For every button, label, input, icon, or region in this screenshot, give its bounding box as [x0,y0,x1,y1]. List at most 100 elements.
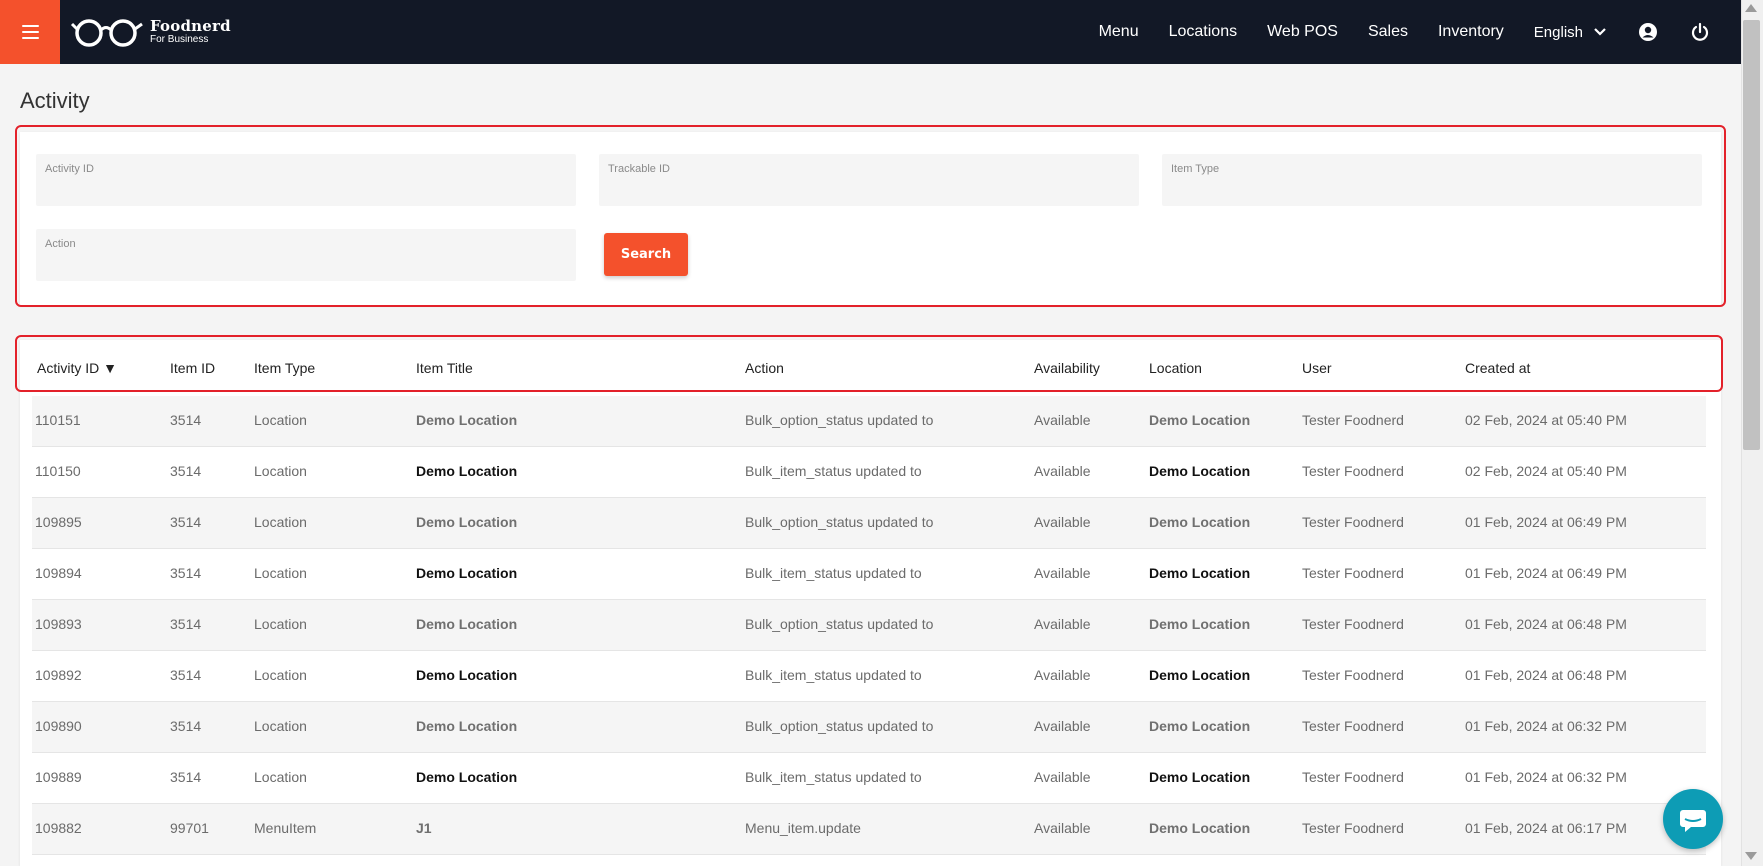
cell-activity-id: 109893 [35,616,82,632]
table-header: Activity ID ▼ Item ID Item Type Item Tit… [20,340,1721,396]
header-created-at: Created at [1465,360,1531,376]
activity-id-label: Activity ID [45,163,94,175]
cell-activity-id: 109890 [35,718,82,734]
scroll-up-arrow-icon[interactable] [1745,4,1757,12]
table-row[interactable]: 110151 3514 Location Demo Location Bulk_… [32,396,1706,447]
brand-name: Foodnerd [150,17,231,35]
cell-activity-id: 109882 [35,820,82,836]
top-navbar: Foodnerd For Business Menu Locations Web… [0,0,1741,64]
cell-created-at: 01 Feb, 2024 at 06:32 PM [1465,718,1627,734]
trackable-id-input[interactable] [608,185,1130,200]
cell-availability: Available [1034,463,1091,479]
cell-activity-id: 110151 [35,412,81,428]
cell-created-at: 01 Feb, 2024 at 06:49 PM [1465,514,1627,530]
glasses-logo-icon [70,19,143,47]
cell-created-at: 01 Feb, 2024 at 06:17 PM [1465,820,1627,836]
header-activity-id[interactable]: Activity ID ▼ [37,360,117,376]
scrollbar-thumb[interactable] [1743,20,1760,450]
cell-activity-id: 109892 [35,667,82,683]
cell-user: Tester Foodnerd [1302,463,1404,479]
cell-item-id: 3514 [170,616,202,632]
table-row[interactable]: 109893 3514 Location Demo Location Bulk_… [32,600,1706,651]
cell-item-type: Location [254,667,307,683]
item-type-field[interactable]: Item Type [1162,154,1702,206]
chat-widget-button[interactable] [1663,789,1723,849]
cell-user: Tester Foodnerd [1302,667,1404,683]
language-selector[interactable]: English [1534,24,1607,41]
cell-item-title: J1 [416,820,432,836]
cell-location: Demo Location [1149,820,1251,836]
search-button[interactable]: Search [604,233,688,276]
cell-item-title: Demo Location [416,412,518,428]
header-availability: Availability [1034,360,1100,376]
header-item-title: Item Title [416,360,473,376]
main-nav: Menu Locations Web POS Sales Inventory E… [1099,0,1741,64]
cell-location: Demo Location [1149,514,1251,530]
activity-id-field[interactable]: Activity ID [36,154,576,206]
table-row[interactable]: 109895 3514 Location Demo Location Bulk_… [32,498,1706,549]
nav-item-inventory[interactable]: Inventory [1438,23,1504,41]
cell-action: Bulk_option_status updated to [745,616,934,632]
cell-location: Demo Location [1149,616,1251,632]
item-type-label: Item Type [1171,163,1220,175]
cell-activity-id: 109895 [35,514,82,530]
cell-created-at: 01 Feb, 2024 at 06:48 PM [1465,667,1627,683]
cell-action: Bulk_option_status updated to [745,718,934,734]
cell-availability: Available [1034,667,1091,683]
cell-activity-id: 109894 [35,565,82,581]
cell-location: Demo Location [1149,667,1251,683]
cell-item-id: 3514 [170,565,202,581]
chat-bubble-icon [1680,810,1706,832]
table-body: 110151 3514 Location Demo Location Bulk_… [32,396,1706,855]
table-row[interactable]: 109889 3514 Location Demo Location Bulk_… [32,753,1706,804]
scroll-down-arrow-icon[interactable] [1745,852,1757,860]
cell-item-type: Location [254,616,307,632]
header-action: Action [745,360,784,376]
activity-id-input[interactable] [45,185,567,200]
trackable-id-field[interactable]: Trackable ID [599,154,1139,206]
header-location: Location [1149,360,1202,376]
language-label: English [1533,23,1583,41]
cell-location: Demo Location [1149,718,1251,734]
cell-action: Bulk_option_status updated to [745,514,934,530]
cell-item-title: Demo Location [416,463,518,479]
brand-logo[interactable]: Foodnerd For Business [70,15,231,49]
cell-user: Tester Foodnerd [1302,412,1404,428]
cell-created-at: 01 Feb, 2024 at 06:32 PM [1465,769,1627,785]
power-icon[interactable] [1689,21,1711,43]
action-label: Action [45,238,76,250]
cell-availability: Available [1034,514,1091,530]
nav-item-web-pos[interactable]: Web POS [1267,23,1338,41]
cell-activity-id: 109889 [35,769,82,785]
nav-item-sales[interactable]: Sales [1368,23,1408,41]
cell-item-id: 3514 [170,718,202,734]
nav-item-menu[interactable]: Menu [1099,23,1139,41]
cell-item-type: Location [254,769,307,785]
header-item-id: Item ID [170,360,216,376]
action-input[interactable] [45,260,567,275]
nav-item-locations[interactable]: Locations [1169,23,1238,41]
item-type-input[interactable] [1171,185,1693,200]
action-field[interactable]: Action [36,229,576,281]
brand-subtitle: For Business [150,34,209,45]
table-row[interactable]: 109892 3514 Location Demo Location Bulk_… [32,651,1706,702]
table-row[interactable]: 109890 3514 Location Demo Location Bulk_… [32,702,1706,753]
cell-item-id: 3514 [170,667,202,683]
cell-item-title: Demo Location [416,667,518,683]
cell-user: Tester Foodnerd [1302,514,1404,530]
cell-created-at: 02 Feb, 2024 at 05:40 PM [1465,463,1627,479]
table-row[interactable]: 110150 3514 Location Demo Location Bulk_… [32,447,1706,498]
cell-action: Menu_item.update [745,820,861,836]
cell-location: Demo Location [1149,565,1251,581]
cell-item-title: Demo Location [416,616,518,632]
table-row[interactable]: 109894 3514 Location Demo Location Bulk_… [32,549,1706,600]
table-row[interactable]: 109882 99701 MenuItem J1 Menu_item.updat… [32,804,1706,855]
cell-item-type: Location [254,412,307,428]
cell-item-type: Location [254,565,307,581]
cell-location: Demo Location [1149,769,1251,785]
cell-item-id: 3514 [170,514,202,530]
cell-availability: Available [1034,616,1091,632]
hamburger-icon[interactable] [0,0,60,64]
cell-action: Bulk_item_status updated to [745,667,922,683]
user-icon[interactable] [1637,21,1659,43]
